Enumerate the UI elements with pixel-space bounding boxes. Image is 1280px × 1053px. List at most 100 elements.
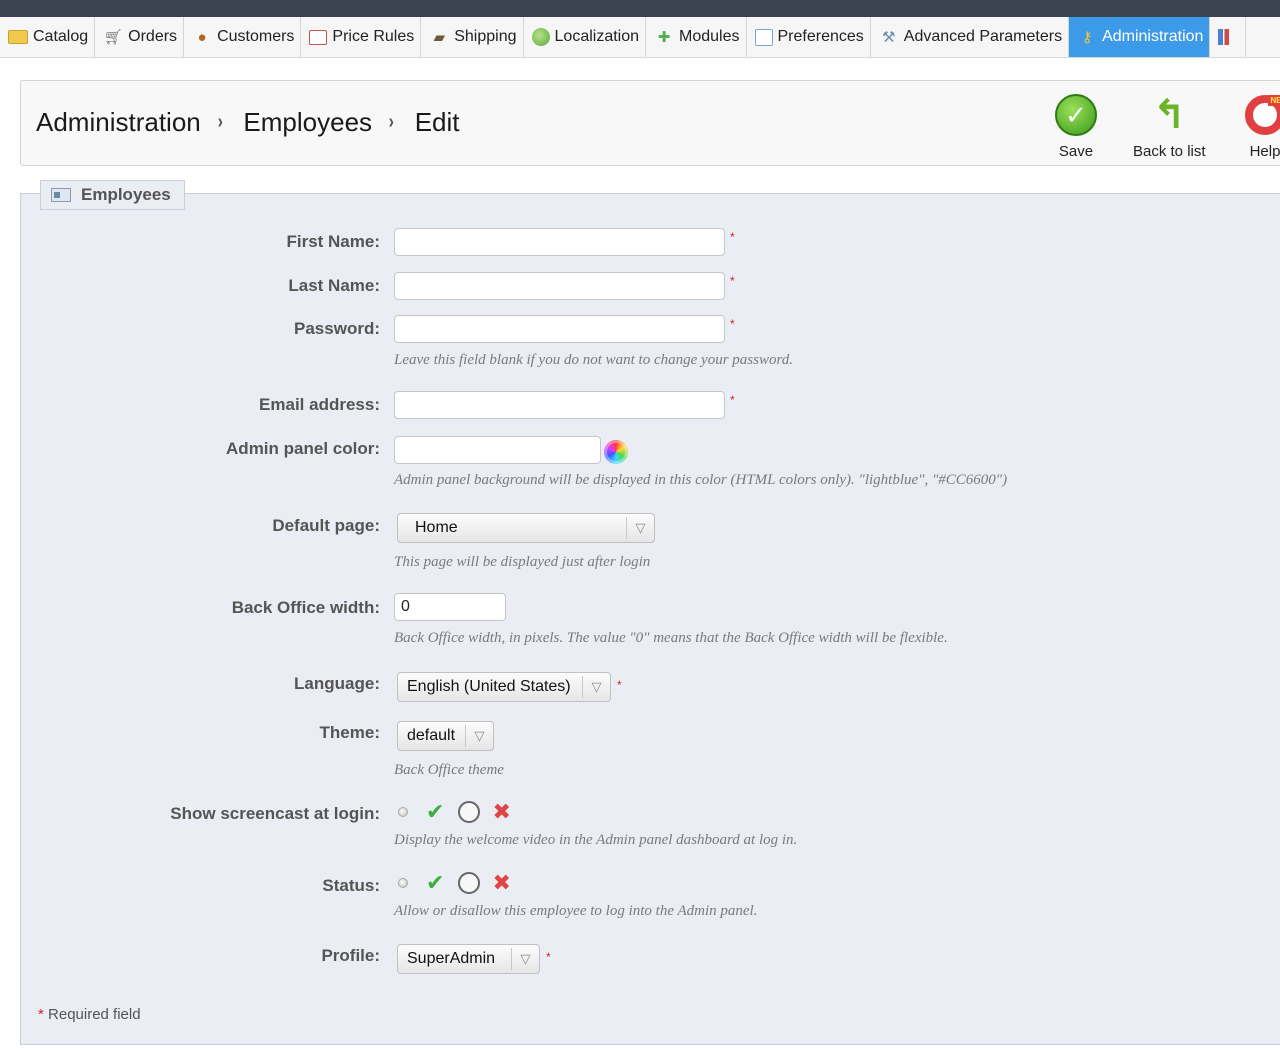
required-marker: * bbox=[730, 317, 735, 331]
required-marker: * bbox=[617, 678, 622, 692]
bo-width-hint: Back Office width, in pixels. The value … bbox=[394, 630, 948, 646]
chevron-down-icon: ▽ bbox=[511, 948, 539, 970]
profile-select[interactable]: SuperAdmin ▽ bbox=[397, 944, 540, 974]
chevron-right-icon: › bbox=[388, 111, 395, 133]
nav-tab-stats[interactable] bbox=[1210, 17, 1247, 57]
language-label: Language: bbox=[294, 674, 380, 693]
default-page-value: Home bbox=[415, 519, 458, 536]
nav-tab-customers[interactable]: ● Customers bbox=[184, 17, 302, 57]
screencast-label: Show screencast at login: bbox=[170, 804, 380, 823]
breadcrumb-item[interactable]: Employees bbox=[243, 107, 372, 138]
color-picker-icon[interactable] bbox=[604, 440, 628, 464]
main-nav: Catalog 🛒︎ Orders ● Customers Price Rule… bbox=[0, 17, 1280, 58]
breadcrumb-item: Edit bbox=[414, 107, 460, 137]
help-button[interactable]: NEW Help bbox=[1243, 93, 1280, 160]
back-arrow-icon: ↰ bbox=[1152, 93, 1187, 137]
required-marker: * bbox=[38, 1006, 44, 1023]
key-icon: ⚷ bbox=[1081, 28, 1093, 46]
nav-tab-label: Administration bbox=[1102, 28, 1204, 45]
admin-color-field[interactable] bbox=[394, 436, 601, 464]
cross-icon: ✖ bbox=[492, 799, 511, 824]
default-page-select[interactable]: Home ▽ bbox=[397, 513, 655, 543]
nav-tab-price-rules[interactable]: Price Rules bbox=[301, 17, 422, 57]
nav-tab-shipping[interactable]: ▰ Shipping bbox=[421, 17, 524, 57]
cart-icon: 🛒︎ bbox=[103, 28, 123, 46]
chevron-down-icon: ▽ bbox=[582, 676, 610, 698]
nav-tab-label: Catalog bbox=[33, 28, 89, 45]
screencast-no-radio[interactable] bbox=[458, 801, 481, 823]
bo-width-field[interactable] bbox=[394, 593, 506, 621]
admin-color-hint: Admin panel background will be displayed… bbox=[394, 472, 1008, 488]
last-name-label: Last Name: bbox=[288, 276, 380, 295]
page-header: Administration › Employees › Edit ✓ Save… bbox=[20, 80, 1280, 166]
folder-icon bbox=[8, 30, 28, 44]
email-field[interactable] bbox=[394, 391, 725, 419]
theme-hint: Back Office theme bbox=[394, 762, 504, 778]
save-label: Save bbox=[1058, 143, 1094, 160]
admin-color-label: Admin panel color: bbox=[226, 439, 380, 458]
status-yes-radio[interactable] bbox=[398, 878, 408, 888]
checkmark-icon: ✔ bbox=[426, 799, 445, 824]
language-select[interactable]: English (United States) ▽ bbox=[397, 672, 611, 702]
nav-tab-label: Preferences bbox=[777, 28, 864, 45]
pencil-icon bbox=[754, 28, 773, 46]
lifebuoy-icon: NEW bbox=[1243, 93, 1280, 137]
nav-tab-localization[interactable]: Localization bbox=[524, 17, 647, 57]
back-to-list-button[interactable]: ↰ Back to list bbox=[1133, 93, 1206, 160]
required-field-note: * Required field bbox=[38, 1006, 141, 1023]
puzzle-icon: ✚ bbox=[657, 28, 671, 46]
nav-tab-modules[interactable]: ✚ Modules bbox=[646, 17, 747, 57]
nav-tab-label: Modules bbox=[679, 28, 740, 45]
language-value: English (United States) bbox=[407, 678, 571, 695]
new-badge: NEW bbox=[1268, 95, 1280, 106]
chevron-down-icon: ▽ bbox=[626, 517, 654, 539]
required-marker: * bbox=[730, 393, 735, 407]
default-page-label: Default page: bbox=[272, 516, 380, 535]
chevron-down-icon: ▽ bbox=[465, 725, 493, 747]
breadcrumb: Administration › Employees › Edit bbox=[36, 107, 460, 138]
default-page-hint: This page will be displayed just after l… bbox=[394, 554, 651, 570]
first-name-label: First Name: bbox=[286, 232, 380, 251]
bar-chart-icon bbox=[1218, 29, 1235, 45]
status-radio-group: ✔ ✖ bbox=[398, 872, 511, 894]
screencast-yes-radio[interactable] bbox=[398, 807, 408, 817]
profile-label: Profile: bbox=[321, 946, 380, 965]
nav-tab-label: Shipping bbox=[454, 28, 517, 45]
nav-tab-preferences[interactable]: Preferences bbox=[747, 17, 871, 57]
status-no-radio[interactable] bbox=[458, 872, 481, 894]
top-bar bbox=[0, 0, 1280, 17]
save-button[interactable]: ✓ Save bbox=[1054, 93, 1098, 160]
nav-tab-administration[interactable]: ⚷ Administration bbox=[1069, 17, 1211, 57]
password-label: Password: bbox=[294, 319, 380, 338]
nav-tab-label: Advanced Parameters bbox=[903, 28, 1063, 45]
last-name-field[interactable] bbox=[394, 272, 725, 300]
first-name-field[interactable] bbox=[394, 228, 725, 256]
screencast-radio-group: ✔ ✖ bbox=[398, 801, 511, 823]
password-hint: Leave this field blank if you do not wan… bbox=[394, 352, 793, 368]
nav-tab-orders[interactable]: 🛒︎ Orders bbox=[95, 17, 185, 57]
profile-value: SuperAdmin bbox=[407, 950, 496, 967]
nav-tab-catalog[interactable]: Catalog bbox=[0, 17, 96, 57]
required-marker: * bbox=[546, 950, 551, 964]
status-hint: Allow or disallow this employee to log i… bbox=[394, 903, 758, 919]
status-label: Status: bbox=[322, 876, 380, 895]
checkmark-icon: ✔ bbox=[426, 870, 445, 895]
password-field[interactable] bbox=[394, 315, 725, 343]
user-icon: ● bbox=[197, 28, 207, 46]
theme-value: default bbox=[407, 727, 456, 744]
nav-tab-label: Price Rules bbox=[332, 28, 415, 45]
nav-tab-label: Localization bbox=[554, 28, 640, 45]
nav-tab-advanced-parameters[interactable]: ⚒ Advanced Parameters bbox=[871, 17, 1070, 57]
nav-tab-label: Orders bbox=[128, 28, 178, 45]
back-to-list-label: Back to list bbox=[1133, 143, 1206, 160]
checkmark-circle-icon: ✓ bbox=[1054, 93, 1098, 137]
theme-label: Theme: bbox=[319, 723, 380, 742]
breadcrumb-item[interactable]: Administration bbox=[36, 107, 201, 138]
help-label: Help bbox=[1249, 143, 1280, 160]
truck-icon: ▰ bbox=[433, 28, 445, 46]
chevron-right-icon: › bbox=[217, 111, 223, 133]
required-marker: * bbox=[730, 274, 735, 288]
price-tag-icon bbox=[309, 29, 328, 45]
email-label: Email address: bbox=[259, 395, 380, 414]
theme-select[interactable]: default ▽ bbox=[397, 721, 494, 751]
